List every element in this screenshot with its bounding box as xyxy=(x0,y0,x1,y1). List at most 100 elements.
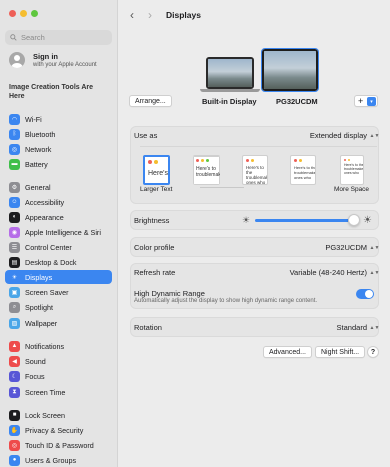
sidebar: Search Sign in with your Apple Account I… xyxy=(0,0,118,467)
arrange-button[interactable]: Arrange... xyxy=(129,95,172,107)
sidebar-item-wi-fi[interactable]: ◠ Wi-Fi xyxy=(5,112,112,126)
bell-icon: ▲ xyxy=(9,340,20,352)
search-placeholder: Search xyxy=(21,33,45,42)
sidebar-item-apple-intelligence-siri[interactable]: ◉ Apple Intelligence & Siri xyxy=(5,225,112,239)
resolution-option-5[interactable]: Here's to the troublemakers ones who xyxy=(340,155,364,185)
sidebar-item-desktop-dock[interactable]: ▤ Desktop & Dock xyxy=(5,255,112,269)
larger-text-label: Larger Text xyxy=(140,186,173,193)
external-display-label[interactable]: PG32UCDM xyxy=(276,97,318,106)
resolution-option-3[interactable]: Here's to the troublemakers ones who xyxy=(242,155,268,185)
window-controls xyxy=(9,10,38,17)
rotation-select[interactable]: Standard ▲▼ xyxy=(337,323,380,332)
sidebar-item-label: Screen Time xyxy=(25,387,66,397)
sidebar-item-notifications[interactable]: ▲ Notifications xyxy=(5,339,112,353)
sidebar-item-label: Screen Saver xyxy=(25,287,69,297)
sidebar-item-touch-id-password[interactable]: ◎ Touch ID & Password xyxy=(5,438,112,452)
sidebar-item-label: Apple Intelligence & Siri xyxy=(25,227,101,237)
main-pane: ‹ › Displays Arrange... Built-in Display… xyxy=(118,0,390,467)
sidebar-item-wallpaper[interactable]: ▨ Wallpaper xyxy=(5,316,112,330)
sidebar-item-focus[interactable]: ☾ Focus xyxy=(5,369,112,383)
sidebar-item-screen-saver[interactable]: ▣ Screen Saver xyxy=(5,285,112,299)
siri-icon: ◉ xyxy=(9,226,20,238)
use-as-select[interactable]: Extended display ▲▼ xyxy=(310,131,380,140)
sidebar-item-label: Control Center xyxy=(25,242,72,252)
sidebar-item-control-center[interactable]: ☰ Control Center xyxy=(5,240,112,254)
popup-stepper-icon: ▲▼ xyxy=(369,132,380,139)
back-chevron-icon[interactable]: ‹ xyxy=(130,8,134,22)
fingerprint-icon: ◎ xyxy=(9,439,20,451)
hdr-toggle[interactable] xyxy=(356,289,374,299)
sidebar-item-lock-screen[interactable]: ■ Lock Screen xyxy=(5,408,112,422)
sidebar-item-users-groups[interactable]: ● Users & Groups xyxy=(5,453,112,467)
sidebar-item-privacy-security[interactable]: ✋ Privacy & Security xyxy=(5,423,112,437)
resolution-sample-text-5: Here's to the troublemakers ones who xyxy=(344,163,364,175)
sidebar-item-label: Wi-Fi xyxy=(25,114,42,124)
signin-subtitle: with your Apple Account xyxy=(33,62,97,68)
signin-title: Sign in xyxy=(33,52,58,61)
resolution-option-1[interactable]: Here's xyxy=(143,155,170,185)
sidebar-item-network[interactable]: ◎ Network xyxy=(5,142,112,156)
sidebar-item-label: Displays xyxy=(25,272,53,282)
minimize-button[interactable] xyxy=(20,10,27,17)
resolution-slider-line xyxy=(200,187,244,188)
popup-stepper-icon: ▲▼ xyxy=(369,269,380,276)
promo-banner[interactable]: Image Creation Tools Are Here xyxy=(9,83,104,101)
close-button[interactable] xyxy=(9,10,16,17)
brightness-slider-knob[interactable] xyxy=(348,214,360,226)
screen-saver-icon: ▣ xyxy=(9,286,20,298)
resolution-option-4[interactable]: Here's to the troublemakers ones who xyxy=(290,155,316,185)
zoom-button[interactable] xyxy=(31,10,38,17)
sidebar-item-displays[interactable]: ☀ Displays xyxy=(5,270,112,284)
search-input[interactable]: Search xyxy=(5,30,112,45)
resolution-option-2[interactable]: Here's to troublemakers xyxy=(193,155,220,185)
appearance-icon: ◐ xyxy=(9,211,20,223)
sidebar-item-label: Notifications xyxy=(25,341,65,351)
advanced-button[interactable]: Advanced... xyxy=(263,346,312,358)
help-button[interactable]: ? xyxy=(367,346,379,358)
add-display-button[interactable]: + ▾ xyxy=(354,95,378,107)
sidebar-item-general[interactable]: ⚙ General xyxy=(5,180,112,194)
sidebar-item-bluetooth[interactable]: ᛒ Bluetooth xyxy=(5,127,112,141)
resolution-sample-text-4: Here's to the troublemakers ones who xyxy=(294,165,316,180)
rotation-label: Rotation xyxy=(134,323,162,332)
refresh-rate-select[interactable]: Variable (48-240 Hertz) ▲▼ xyxy=(290,268,380,277)
hourglass-icon: ⧗ xyxy=(9,386,20,398)
resolution-sample-text: Here's xyxy=(148,170,169,177)
bluetooth-icon: ᛒ xyxy=(9,128,20,140)
accessibility-icon: ☺ xyxy=(9,196,20,208)
moon-icon: ☾ xyxy=(9,370,20,382)
sidebar-item-screen-time[interactable]: ⧗ Screen Time xyxy=(5,385,112,399)
sidebar-item-label: Lock Screen xyxy=(25,410,65,420)
battery-icon: ▬ xyxy=(9,158,20,170)
external-display-thumbnail[interactable] xyxy=(261,48,319,92)
users-icon: ● xyxy=(9,454,20,466)
gear-icon: ⚙ xyxy=(9,181,20,193)
sidebar-item-spotlight[interactable]: ⌕ Spotlight xyxy=(5,300,112,314)
sidebar-item-label: Sound xyxy=(25,356,46,366)
builtin-display-thumbnail[interactable] xyxy=(206,57,254,89)
add-icon: + xyxy=(358,96,364,106)
refresh-rate-label: Refresh rate xyxy=(134,268,176,277)
sidebar-item-accessibility[interactable]: ☺ Accessibility xyxy=(5,195,112,209)
dock-icon: ▤ xyxy=(9,256,20,268)
brightness-low-icon: ☀ xyxy=(242,215,251,225)
builtin-display-label[interactable]: Built-in Display xyxy=(202,97,257,106)
sidebar-item-battery[interactable]: ▬ Battery xyxy=(5,157,112,171)
speaker-icon: ◀ xyxy=(9,355,20,367)
sidebar-item-label: Touch ID & Password xyxy=(25,440,94,450)
account-signin[interactable]: Sign in with your Apple Account xyxy=(9,52,97,68)
sidebar-item-label: Spotlight xyxy=(25,302,53,312)
color-profile-select[interactable]: PG32UCDM ▲▼ xyxy=(325,243,379,252)
forward-chevron-icon[interactable]: › xyxy=(148,8,152,22)
sidebar-item-appearance[interactable]: ◐ Appearance xyxy=(5,210,112,224)
sidebar-item-label: Focus xyxy=(25,371,45,381)
sidebar-item-label: Privacy & Security xyxy=(25,425,84,435)
chevron-down-icon: ▾ xyxy=(367,97,376,106)
use-as-label: Use as xyxy=(134,131,158,140)
brightness-slider[interactable] xyxy=(255,219,355,222)
sidebar-item-label: Appearance xyxy=(25,212,64,222)
more-space-label: More Space xyxy=(334,186,370,193)
color-profile-label: Color profile xyxy=(134,243,175,252)
sidebar-item-sound[interactable]: ◀ Sound xyxy=(5,354,112,368)
night-shift-button[interactable]: Night Shift... xyxy=(315,346,366,358)
